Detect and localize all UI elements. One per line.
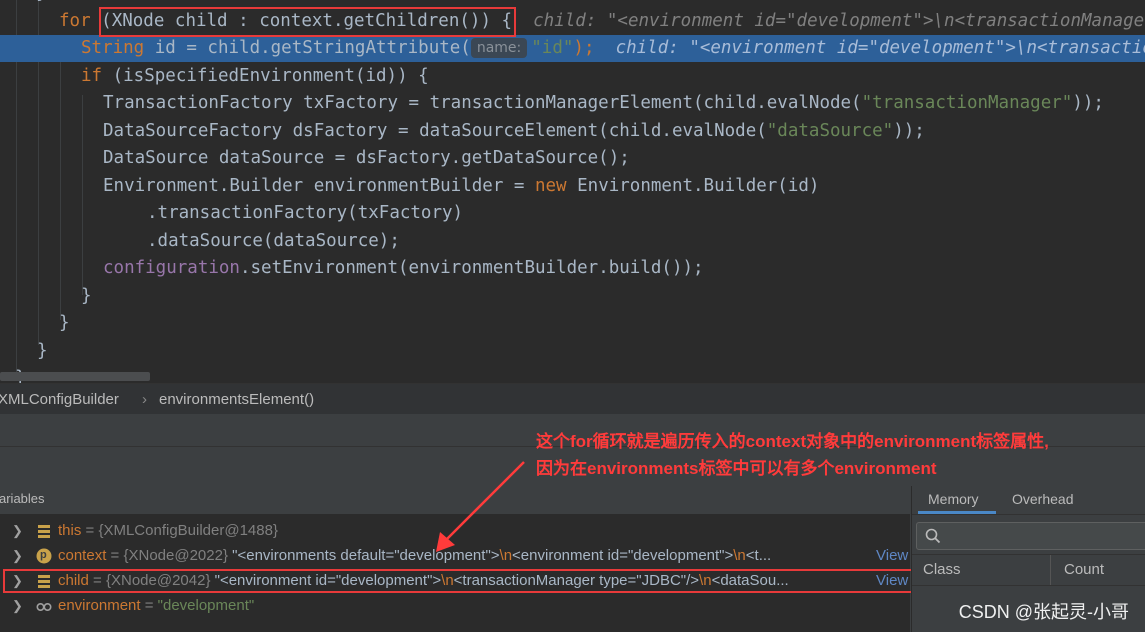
watermark: CSDN @张起灵-小哥 <box>958 602 1129 622</box>
annotation-line-1: 这个for循环就是遍历传入的context对象中的environment标签属性… <box>536 432 1049 451</box>
annotation-arrow <box>436 461 525 552</box>
annotation-line-2: 因为在environments标签中可以有多个environment <box>536 459 937 478</box>
annotation-text: 这个for循环就是遍历传入的context对象中的environment标签属性… <box>536 428 1049 482</box>
